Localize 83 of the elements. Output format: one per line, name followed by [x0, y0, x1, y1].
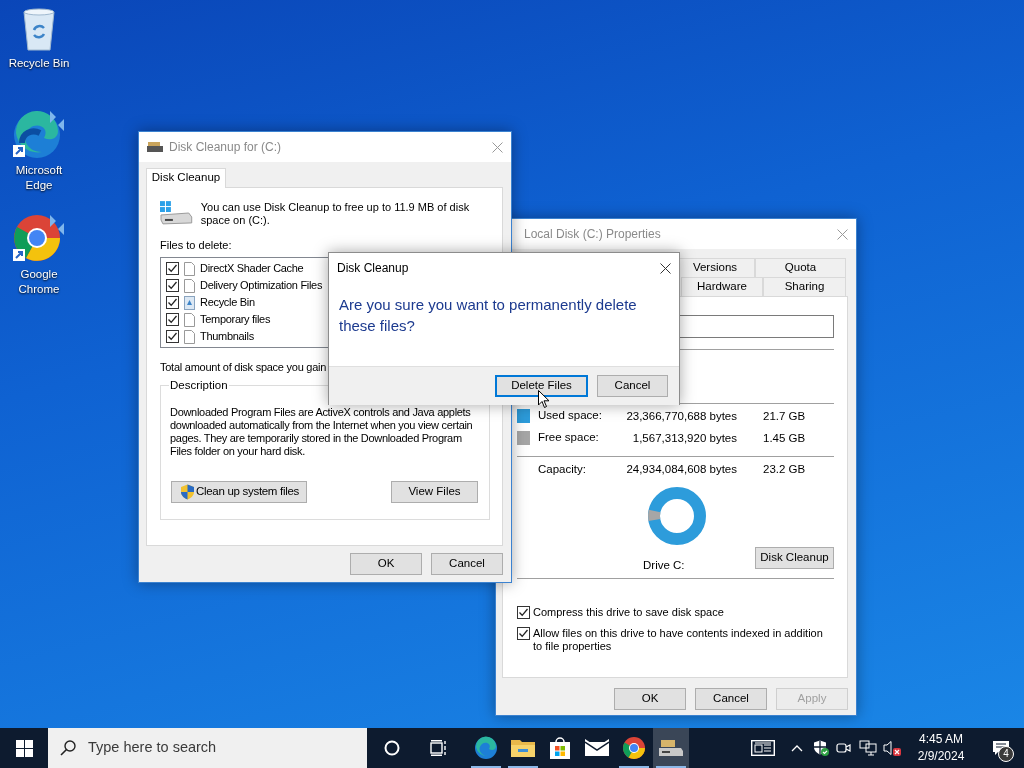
- file-category-label[interactable]: Thumbnails: [200, 330, 254, 344]
- group-title: Description: [169, 379, 229, 392]
- drive-broom-icon: [147, 141, 163, 153]
- checkbox[interactable]: [517, 605, 530, 619]
- task-view-icon: [430, 740, 448, 756]
- size-value: 1.45 GB: [763, 431, 807, 446]
- clean-up-system-files-button[interactable]: Clean up system files: [171, 481, 307, 504]
- view-files-button[interactable]: View Files: [391, 481, 478, 504]
- description-text: Downloaded Program Files are ActiveX controls and Java applets downloaded automatically from the Internet when you view certain pages. They are temporarily stored in the Downloaded Program Files folder on your hard disk.: [170, 406, 474, 459]
- space-label: Used space:: [538, 409, 602, 423]
- file-icon: [184, 312, 195, 327]
- desktop-icon-label[interactable]: Recycle Bin: [4, 56, 74, 71]
- checkbox[interactable]: [166, 330, 179, 344]
- camera-icon: [836, 741, 852, 755]
- mouse-pointer-icon: [538, 390, 551, 409]
- desktop-icon-label[interactable]: Google Chrome: [4, 267, 74, 297]
- checkbox[interactable]: [517, 626, 530, 640]
- byte-count: 23,366,770,688 bytes: [625, 409, 737, 424]
- clock-button[interactable]: 4:45 AM 2/9/2024: [904, 728, 978, 768]
- checkbox[interactable]: [166, 279, 179, 293]
- swirl-logo-icon[interactable]: [12, 109, 66, 159]
- round-logo-icon[interactable]: [12, 213, 66, 263]
- tab[interactable]: Disk Cleanup: [146, 168, 226, 188]
- search-icon: [60, 740, 76, 756]
- network-icon: [859, 740, 877, 756]
- search-field[interactable]: Type here to search: [86, 738, 346, 758]
- size-value: 23.2 GB: [763, 463, 807, 477]
- muted-speaker-icon: [883, 740, 901, 756]
- total-label: Total amount of disk space you gain: [160, 361, 328, 375]
- tab[interactable]: Hardware: [681, 277, 763, 296]
- disk-cleanup-button[interactable]: Disk Cleanup: [755, 546, 834, 569]
- drive-icon: [160, 201, 193, 225]
- notification-badge: 4: [998, 746, 1014, 762]
- file-category-label[interactable]: Delivery Optimization Files: [200, 279, 323, 293]
- capacity-label: Capacity:: [537, 463, 587, 477]
- file-icon: [184, 278, 195, 293]
- file-category-label[interactable]: DirectX Shader Cache: [200, 262, 304, 276]
- dialog-button[interactable]: Cancel: [431, 553, 503, 575]
- option-label[interactable]: Allow files on this drive to have contents indexed in addition to file properties: [533, 626, 833, 653]
- envelope-icon: [585, 739, 609, 757]
- notification-button[interactable]: 4: [978, 728, 1024, 768]
- chevron-up-icon: [791, 744, 803, 752]
- dialog-button[interactable]: Cancel: [695, 688, 767, 710]
- shopping-bag-icon: [549, 736, 571, 760]
- folder-icon: [511, 738, 535, 758]
- byte-count: 1,567,313,920 bytes: [631, 431, 737, 446]
- circle-icon: [383, 740, 400, 756]
- swirl-logo-icon: [474, 736, 498, 760]
- recycle-bin-icon: [184, 295, 195, 310]
- dialog-button[interactable]: Cancel: [597, 375, 668, 397]
- tab[interactable]: Sharing: [763, 277, 846, 296]
- dialog-button[interactable]: OK: [614, 688, 686, 710]
- dialog-button[interactable]: OK: [350, 553, 422, 575]
- confirmation-message: Are you sure you want to permanently delete these files?: [338, 295, 638, 336]
- option-label[interactable]: Compress this drive to save disk space: [533, 605, 833, 619]
- round-logo-icon: [622, 736, 646, 760]
- section-label: Files to delete:: [160, 239, 233, 253]
- disk-drive-icon: [659, 738, 683, 758]
- windows-logo-icon: [15, 739, 33, 757]
- dialog-title: Disk Cleanup: [337, 261, 409, 276]
- close-icon[interactable]: [660, 263, 671, 274]
- file-icon: [184, 329, 195, 344]
- checkbox[interactable]: [166, 296, 179, 310]
- shield-icon: [813, 740, 829, 756]
- search-box[interactable]: Type here to search: [48, 728, 367, 768]
- dialog-button[interactable]: Delete Files: [495, 375, 588, 397]
- donut-drawing: [647, 485, 707, 546]
- byte-count: 24,934,084,608 bytes: [625, 463, 737, 477]
- shield-icon: [180, 484, 195, 501]
- size-value: 21.7 GB: [763, 409, 807, 424]
- news-icon: [751, 740, 775, 756]
- intro-text: You can use Disk Cleanup to free up to 11.9 MB of disk space on (C:).: [200, 201, 471, 227]
- file-category-label[interactable]: Recycle Bin: [200, 296, 255, 310]
- checkbox[interactable]: [166, 262, 179, 276]
- tab[interactable]: Quota: [755, 258, 846, 277]
- checkbox[interactable]: [166, 313, 179, 327]
- drive-label: Drive C:: [643, 559, 685, 573]
- window-title: Disk Cleanup for (C:): [169, 139, 282, 155]
- file-icon: [184, 261, 195, 276]
- desktop-icon-label[interactable]: Microsoft Edge: [4, 163, 74, 193]
- window-title: Local Disk (C:) Properties: [524, 226, 661, 242]
- space-label: Free space:: [538, 431, 599, 445]
- file-category-label[interactable]: Temporary files: [200, 313, 271, 327]
